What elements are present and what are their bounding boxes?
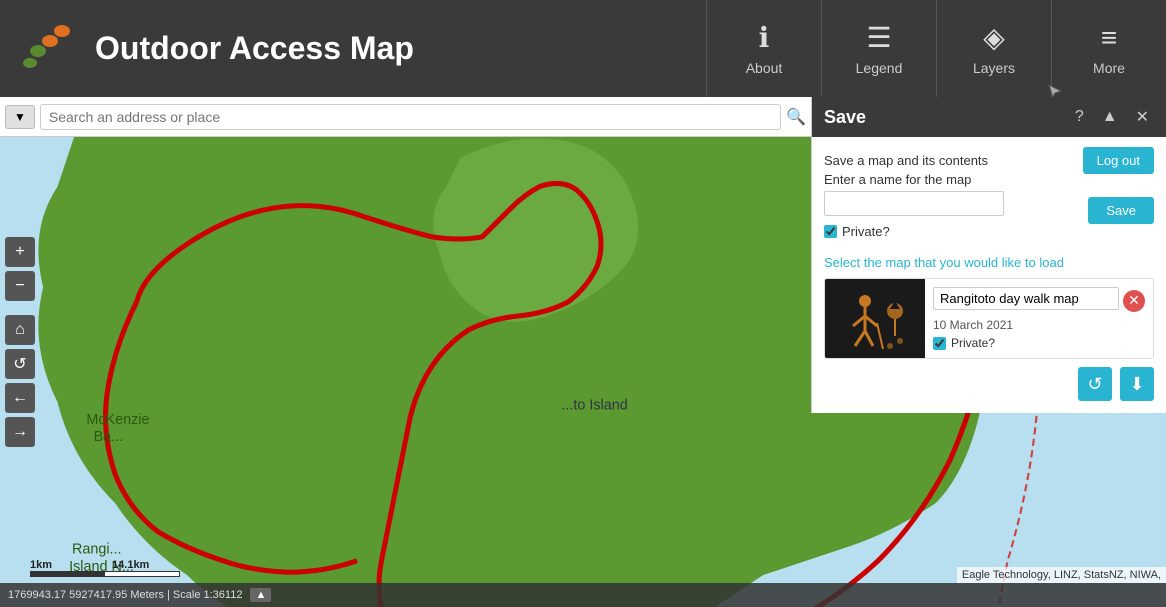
back-button[interactable]: ← <box>5 383 35 413</box>
status-bar: 1769943.17 5927417.95 Meters | Scale 1:3… <box>0 583 1166 607</box>
nav-about-label: About <box>746 60 783 76</box>
logo-area: Outdoor Access Map <box>0 19 706 79</box>
map-action-buttons: ↺ ⬇ <box>824 367 1154 401</box>
zoom-in-button[interactable]: + <box>5 237 35 267</box>
more-icon: ≡ <box>1101 22 1117 54</box>
map-item: ✕ 10 March 2021 Private? <box>824 278 1154 359</box>
layers-icon: ◈ <box>983 21 1005 54</box>
save-panel: Save ? ▲ ✕ Log out Save a map and its co… <box>811 97 1166 413</box>
load-section: Select the map that you would like to lo… <box>824 255 1154 401</box>
search-button[interactable]: 🔍 <box>786 107 806 127</box>
scale-bar: 1km 14.1km <box>30 559 180 577</box>
nav-more-label: More <box>1093 60 1125 76</box>
nav-legend[interactable]: ☰ Legend <box>821 0 936 97</box>
map-item-thumbnail <box>825 279 925 358</box>
nav-about[interactable]: ℹ About <box>706 0 821 97</box>
map-private-label: Private? <box>951 336 995 350</box>
save-name-label: Enter a name for the map <box>824 172 1154 187</box>
private-checkbox[interactable] <box>824 225 837 238</box>
svg-text:Ba...: Ba... <box>94 429 124 445</box>
scale-label-1km: 1km <box>30 559 52 571</box>
home-button[interactable]: ⌂ <box>5 315 35 345</box>
forward-button[interactable]: → <box>5 417 35 447</box>
private-checkbox-row: Private? <box>824 224 1154 239</box>
search-dropdown-button[interactable]: ▼ <box>5 105 35 129</box>
left-toolbar: + − ⌂ ↺ ← → <box>5 237 35 447</box>
nav-more[interactable]: ≡ More <box>1051 0 1166 97</box>
save-panel-header: Save ? ▲ ✕ <box>812 97 1166 137</box>
logo-icon <box>20 19 80 79</box>
nav-layers[interactable]: ◈ Layers <box>936 0 1051 97</box>
legend-icon: ☰ <box>866 21 891 54</box>
svg-text:McKenzie: McKenzie <box>86 412 149 428</box>
about-icon: ℹ <box>759 21 770 54</box>
svg-text:Rangi...: Rangi... <box>72 542 122 558</box>
load-map-button[interactable]: ↺ <box>1078 367 1112 401</box>
map-thumbnail-image <box>835 281 915 356</box>
map-date: 10 March 2021 <box>933 318 1145 332</box>
app-title: Outdoor Access Map <box>95 30 414 67</box>
save-button[interactable]: Save <box>1088 197 1154 224</box>
save-name-input[interactable] <box>824 191 1004 216</box>
save-panel-collapse-button[interactable]: ▲ <box>1097 106 1123 128</box>
map-private-row: Private? <box>933 336 1145 350</box>
search-bar: ▼ 🔍 <box>0 97 811 137</box>
map-item-details: ✕ 10 March 2021 Private? <box>925 279 1153 358</box>
status-expand-button[interactable]: ▲ <box>250 588 271 602</box>
scale-label-14km: 14.1km <box>112 559 149 571</box>
nav-legend-label: Legend <box>856 60 903 76</box>
load-section-title: Select the map that you would like to lo… <box>824 255 1154 270</box>
attribution: Eagle Technology, LINZ, StatsNZ, NIWA, <box>957 567 1166 583</box>
nav-layers-label: Layers <box>973 60 1015 76</box>
export-map-button[interactable]: ⬇ <box>1120 367 1154 401</box>
logout-button[interactable]: Log out <box>1083 147 1154 174</box>
map-private-checkbox[interactable] <box>933 337 946 350</box>
zoom-out-button[interactable]: − <box>5 271 35 301</box>
private-label: Private? <box>842 224 890 239</box>
coordinates-display: 1769943.17 5927417.95 Meters | Scale 1:3… <box>8 589 242 601</box>
svg-text:...to Island: ...to Island <box>561 398 627 414</box>
save-panel-body: Log out Save a map and its contents Ente… <box>812 137 1166 413</box>
save-panel-help-button[interactable]: ? <box>1070 106 1089 128</box>
header: Outdoor Access Map ℹ About ☰ Legend ◈ La… <box>0 0 1166 97</box>
search-input[interactable] <box>40 104 781 130</box>
save-panel-close-button[interactable]: ✕ <box>1131 105 1154 129</box>
rotate-button[interactable]: ↺ <box>5 349 35 379</box>
nav-items: ℹ About ☰ Legend ◈ Layers ≡ More <box>706 0 1166 97</box>
save-panel-title: Save <box>824 107 1062 128</box>
delete-map-button[interactable]: ✕ <box>1123 290 1145 312</box>
map-name-input[interactable] <box>933 287 1119 310</box>
